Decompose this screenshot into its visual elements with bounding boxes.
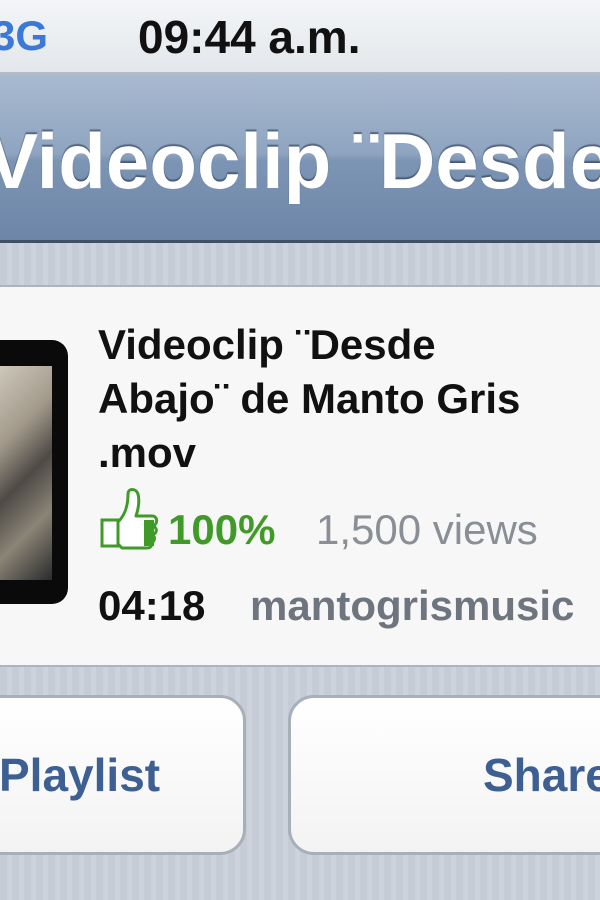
thumbnail-image (0, 366, 52, 580)
status-clock: 09:44 a.m. (138, 11, 361, 63)
carrier-indicator: 3G (0, 12, 49, 59)
screen: 3G 09:44 a.m. Videoclip ¨Desde Abajo¨ de… (0, 0, 600, 900)
nav-title: Videoclip ¨Desde Abajo¨ de Manto Gris .m… (0, 117, 600, 205)
share-button[interactable]: Share (288, 695, 600, 855)
thumbs-up-icon (100, 488, 159, 550)
playlist-button-label: Playlist (0, 749, 161, 801)
video-duration: 04:18 (98, 582, 206, 629)
status-bar: 3G 09:44 a.m. (0, 0, 600, 74)
video-thumbnail[interactable] (0, 340, 68, 604)
rating-percentage: 100% (168, 506, 276, 553)
uploader-name[interactable]: mantogrismusic (250, 582, 574, 630)
video-title: Videoclip ¨Desde Abajo¨ de Manto Gris .m… (98, 321, 521, 476)
view-count: 1,500 views (316, 506, 538, 553)
add-to-playlist-button[interactable]: Playlist (0, 695, 246, 855)
navigation-bar: Videoclip ¨Desde Abajo¨ de Manto Gris .m… (0, 74, 600, 243)
share-button-label: Share (483, 749, 600, 801)
